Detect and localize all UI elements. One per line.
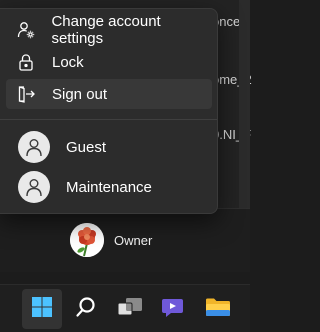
search-button[interactable] — [66, 289, 106, 329]
change-account-settings-menu-item[interactable]: Change account settings — [6, 13, 212, 47]
user-avatar-icon — [18, 131, 50, 163]
gear-person-icon — [16, 20, 35, 40]
lock-icon — [16, 52, 36, 72]
current-user-button[interactable]: Owner — [70, 222, 152, 258]
switch-user-guest[interactable]: Guest — [6, 127, 212, 167]
switch-user-maintenance[interactable]: Maintenance — [6, 167, 212, 207]
sign-out-menu-item[interactable]: Sign out — [6, 79, 212, 109]
flower-avatar — [70, 223, 104, 257]
taskbar — [0, 284, 250, 332]
task-view-icon — [117, 296, 143, 323]
menu-item-label: Change account settings — [51, 13, 161, 47]
lock-menu-item[interactable]: Lock — [6, 47, 212, 77]
windows-logo-icon — [31, 296, 53, 323]
folder-icon — [205, 296, 231, 323]
account-flyout-menu: Change account settings Lock Sign out Gu… — [0, 8, 218, 214]
chat-button[interactable] — [154, 289, 194, 329]
chat-icon — [161, 295, 187, 324]
search-icon — [75, 296, 97, 323]
user-avatar-icon — [18, 171, 50, 203]
start-button[interactable] — [22, 289, 62, 329]
file-explorer-button[interactable] — [198, 289, 238, 329]
user-name: Maintenance — [66, 178, 152, 196]
menu-item-label: Lock — [52, 53, 84, 71]
sign-out-icon — [16, 84, 36, 104]
menu-item-label: Sign out — [52, 85, 108, 103]
menu-divider — [0, 119, 217, 120]
current-user-name: Owner — [114, 232, 153, 248]
task-view-button[interactable] — [110, 289, 150, 329]
user-name: Guest — [66, 138, 107, 156]
